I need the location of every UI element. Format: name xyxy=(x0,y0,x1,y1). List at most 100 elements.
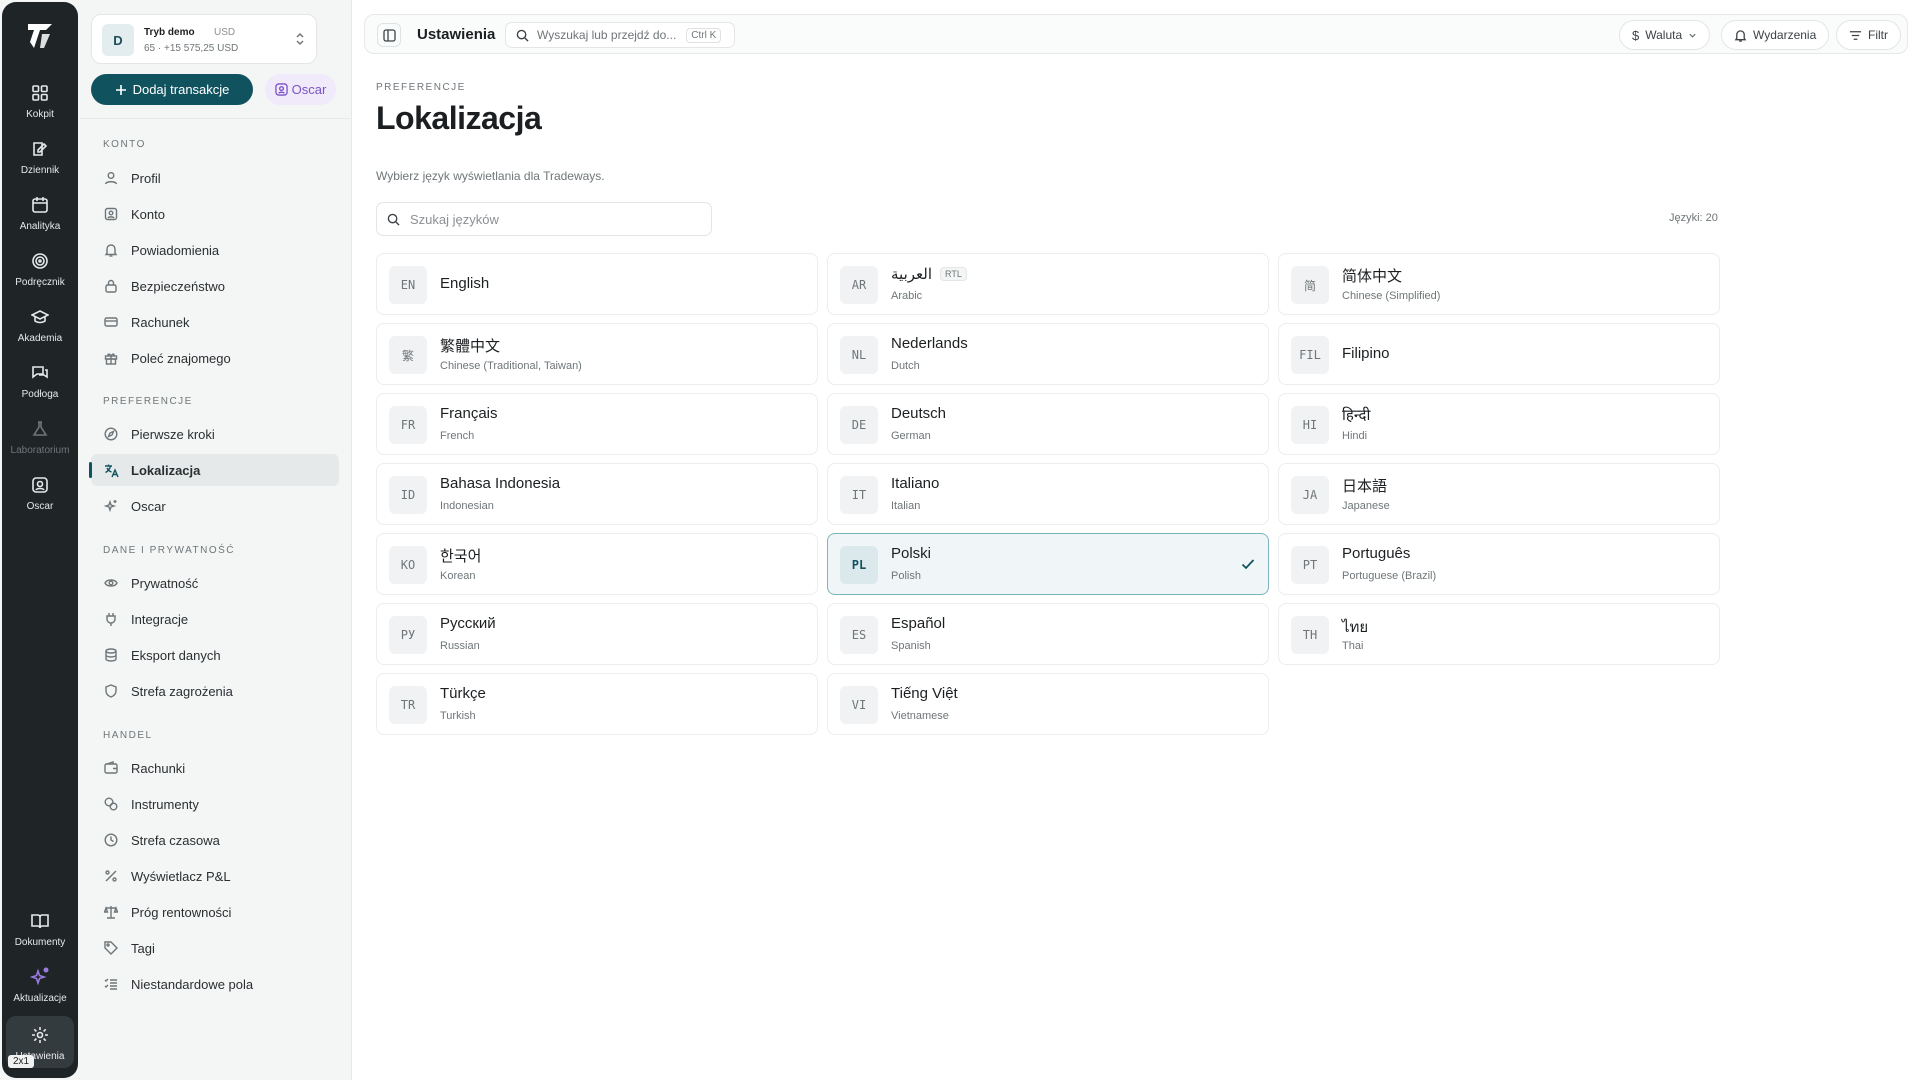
language-card-pt[interactable]: PT Português Portuguese (Brazil) xyxy=(1278,533,1720,595)
nav-profil[interactable]: Profil xyxy=(91,162,339,194)
rail-item-akademia[interactable]: Akademia xyxy=(6,306,74,344)
nav-integracje[interactable]: Integracje xyxy=(91,603,339,635)
rail-item-dokumenty[interactable]: Dokumenty xyxy=(6,910,74,948)
sparkles-icon xyxy=(103,498,119,514)
nav-label: Bezpieczeństwo xyxy=(131,278,225,294)
coins-icon xyxy=(103,796,119,812)
filter-icon xyxy=(1849,30,1862,40)
language-card-th[interactable]: TH ไทย Thai xyxy=(1278,603,1720,665)
language-card-id[interactable]: ID Bahasa Indonesia Indonesian xyxy=(376,463,818,525)
language-code: TH xyxy=(1291,616,1329,654)
oscar-button[interactable]: Oscar xyxy=(265,74,336,105)
language-name: हिन्दी xyxy=(1342,407,1371,424)
nav-niestandardowe-pola[interactable]: Niestandardowe pola xyxy=(91,968,339,1000)
language-card-it[interactable]: IT Italiano Italian xyxy=(827,463,1269,525)
nav-label: Próg rentowności xyxy=(131,904,232,920)
language-english-name: Portuguese (Brazil) xyxy=(1342,570,1437,582)
rail-label: Podręcznik xyxy=(15,277,65,288)
nav-rachunki[interactable]: Rachunki xyxy=(91,752,339,784)
language-name: العربية xyxy=(891,266,932,283)
flask-icon xyxy=(29,418,51,440)
nav-rachunek[interactable]: Rachunek xyxy=(91,306,339,338)
language-card-ko[interactable]: KO 한국어 Korean xyxy=(376,533,818,595)
language-card-zh-hant[interactable]: 繁 繁體中文 Chinese (Traditional, Taiwan) xyxy=(376,323,818,385)
currency-label: Waluta xyxy=(1645,28,1683,42)
nav-strefa-czasowa[interactable]: Strefa czasowa xyxy=(91,824,339,856)
language-code: FIL xyxy=(1291,336,1329,374)
app-logo-icon[interactable] xyxy=(22,18,58,54)
add-transaction-button[interactable]: Dodaj transakcje xyxy=(91,74,253,105)
language-card-ja[interactable]: JA 日本語 Japanese xyxy=(1278,463,1720,525)
language-card-ru[interactable]: РУ Русский Russian xyxy=(376,603,818,665)
language-code: AR xyxy=(840,266,878,304)
events-button[interactable]: Wydarzenia xyxy=(1721,20,1830,50)
page-title-breadcrumb: Ustawienia xyxy=(417,26,496,43)
rail-item-podloga[interactable]: Podłoga xyxy=(6,362,74,400)
rail-item-aktualizacje[interactable]: Aktualizacje xyxy=(6,966,74,1004)
language-search-input[interactable]: Szukaj języków xyxy=(376,202,712,236)
language-card-zh-hans[interactable]: 简 简体中文 Chinese (Simplified) xyxy=(1278,253,1720,315)
clock-icon xyxy=(103,832,119,848)
language-english-name: Polish xyxy=(891,570,921,582)
nav-pierwsze-kroki[interactable]: Pierwsze kroki xyxy=(91,418,339,450)
language-code: ID xyxy=(389,476,427,514)
sidebar-toggle-button[interactable] xyxy=(377,23,401,47)
language-card-fil[interactable]: FIL Filipino xyxy=(1278,323,1720,385)
language-card-hi[interactable]: HI हिन्दी Hindi xyxy=(1278,393,1720,455)
rail-label: Analityka xyxy=(19,221,61,232)
nav-tagi[interactable]: Tagi xyxy=(91,932,339,964)
nav-label: Instrumenty xyxy=(131,796,199,812)
nav-bezpieczenstwo[interactable]: Bezpieczeństwo xyxy=(91,270,339,302)
nav-eksport-danych[interactable]: Eksport danych xyxy=(91,639,339,671)
avatar: D xyxy=(102,24,134,56)
journal-icon xyxy=(29,138,51,160)
nav-powiadomienia[interactable]: Powiadomienia xyxy=(91,234,339,266)
language-card-nl[interactable]: NL Nederlands Dutch xyxy=(827,323,1269,385)
nav-strefa-zagrozenia[interactable]: Strefa zagrożenia xyxy=(91,675,339,707)
language-name: Nederlands xyxy=(891,335,968,352)
nav-polec-znajomego[interactable]: Poleć znajomego xyxy=(91,342,339,374)
nav-wyswietlacz-pl[interactable]: Wyświetlacz P&L xyxy=(91,860,339,892)
nav-label: Lokalizacja xyxy=(131,462,201,478)
account-switcher[interactable]: D Tryb demo USD 65 · +15 575,25 USD xyxy=(91,14,317,64)
nav-label: Niestandardowe pola xyxy=(131,976,254,992)
rtl-badge: RTL xyxy=(940,267,967,281)
plug-icon xyxy=(103,611,119,627)
language-card-tr[interactable]: TR Türkçe Turkish xyxy=(376,673,818,735)
currency-button[interactable]: $ Waluta xyxy=(1619,20,1711,50)
language-card-en[interactable]: EN English xyxy=(376,253,818,315)
filter-button[interactable]: Filtr xyxy=(1836,20,1901,50)
sparkle-icon xyxy=(29,966,51,988)
oscar-label: Oscar xyxy=(291,82,327,97)
rail-item-dziennik[interactable]: Dziennik xyxy=(6,138,74,176)
language-english-name: Korean xyxy=(440,570,476,582)
nav-oscar[interactable]: Oscar xyxy=(91,490,339,522)
nav-konto[interactable]: Konto xyxy=(91,198,339,230)
language-code: EN xyxy=(389,266,427,304)
nav-prog-rentownosci[interactable]: Próg rentowności xyxy=(91,896,339,928)
language-english-name: Dutch xyxy=(891,360,920,372)
language-card-ar[interactable]: AR العربية RTL Arabic xyxy=(827,253,1269,315)
language-card-es[interactable]: ES Español Spanish xyxy=(827,603,1269,665)
language-card-fr[interactable]: FR Français French xyxy=(376,393,818,455)
language-code: VI xyxy=(840,686,878,724)
rail-item-podrecznik[interactable]: Podręcznik xyxy=(6,250,74,288)
rail-item-laboratorium[interactable]: Laboratorium xyxy=(6,418,74,456)
nav-instrumenty[interactable]: Instrumenty xyxy=(91,788,339,820)
language-card-vi[interactable]: VI Tiếng Việt Vietnamese xyxy=(827,673,1269,735)
language-card-de[interactable]: DE Deutsch German xyxy=(827,393,1269,455)
rail-item-kokpit[interactable]: Kokpit xyxy=(6,82,74,120)
language-code: TR xyxy=(389,686,427,724)
rail-label: Dziennik xyxy=(20,165,60,176)
nav-prywatnosc[interactable]: Prywatność xyxy=(91,567,339,599)
language-english-name: Turkish xyxy=(440,710,476,722)
nav-lokalizacja[interactable]: Lokalizacja xyxy=(89,454,339,486)
search-placeholder: Wyszukaj lub przejdź do... xyxy=(537,28,677,42)
language-english-name: German xyxy=(891,430,931,442)
global-search-input[interactable]: Wyszukaj lub przejdź do... Ctrl K xyxy=(505,22,735,48)
rail-item-oscar[interactable]: Oscar xyxy=(6,474,74,512)
rail-item-analityka[interactable]: Analityka xyxy=(6,194,74,232)
language-name: Deutsch xyxy=(891,405,947,422)
language-card-pl[interactable]: PL Polski Polish xyxy=(827,533,1269,595)
filter-label: Filtr xyxy=(1868,28,1888,42)
